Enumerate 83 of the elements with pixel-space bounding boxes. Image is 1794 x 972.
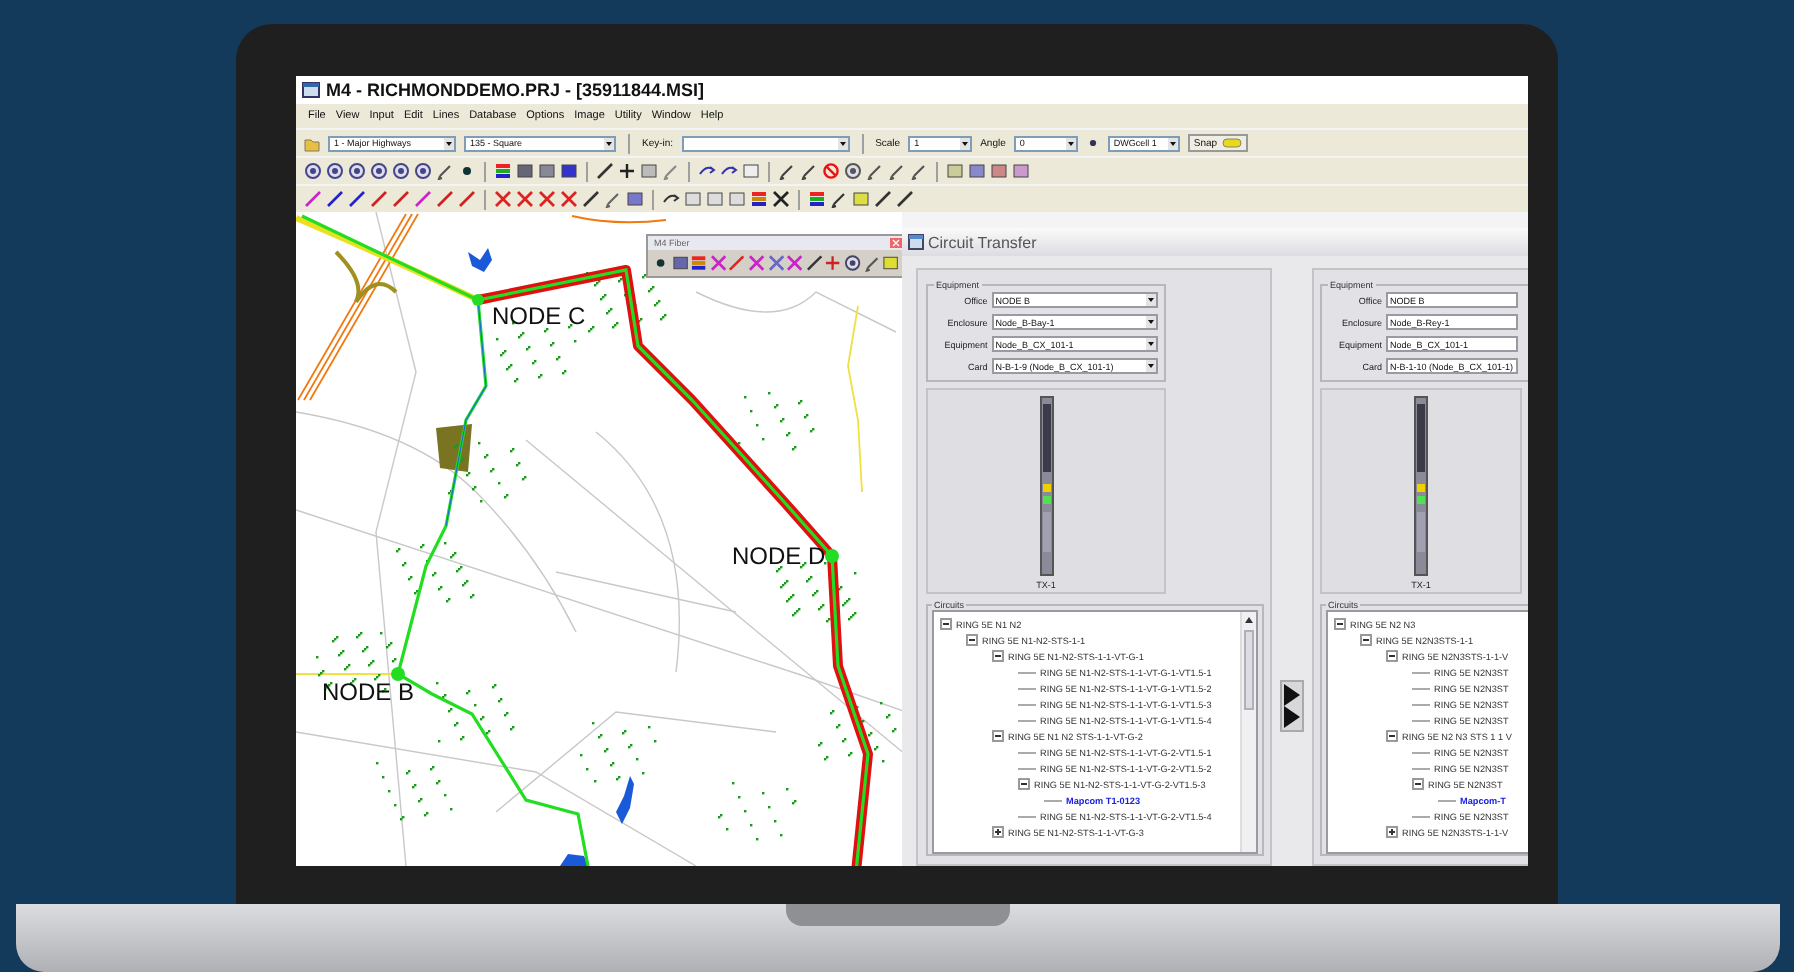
line-icon[interactable] [392, 190, 410, 208]
caret-icon [1167, 137, 1178, 149]
stripes-icon[interactable] [494, 162, 512, 180]
lake [616, 776, 634, 824]
caret-icon [604, 137, 614, 149]
square-icon[interactable] [1012, 162, 1030, 180]
collapse-icon[interactable] [992, 730, 1004, 742]
keyin-field[interactable] [681, 135, 850, 151]
caret-up-icon[interactable] [1244, 616, 1254, 624]
line-icon[interactable] [458, 190, 476, 208]
caret-icon [837, 137, 848, 149]
pen-icon[interactable] [866, 162, 884, 180]
pen-icon[interactable] [863, 254, 881, 272]
line-icon[interactable] [596, 162, 614, 180]
snap-icon [1221, 138, 1242, 148]
window-title: M4 - RICHMONDDEMO.PRJ - [35911844.MSI] [326, 80, 705, 100]
collapse-icon[interactable] [1386, 730, 1398, 742]
close-icon[interactable] [890, 238, 902, 248]
arrow-icon[interactable] [698, 162, 716, 180]
stripes-icon[interactable] [808, 190, 826, 208]
dot-icon[interactable] [652, 254, 670, 272]
collapse-icon[interactable] [992, 650, 1004, 662]
caret-icon [1146, 338, 1156, 350]
caret-icon [1065, 137, 1076, 149]
square-icon[interactable] [560, 162, 578, 180]
transfer-button[interactable] [1280, 680, 1304, 732]
pen-icon[interactable] [800, 162, 818, 180]
expand-icon[interactable] [992, 826, 1004, 838]
pen-icon[interactable] [910, 162, 928, 180]
collapse-icon[interactable] [966, 634, 978, 646]
pond [560, 854, 588, 866]
line-icon[interactable] [874, 190, 892, 208]
square-icon[interactable] [516, 162, 534, 180]
square-icon[interactable] [968, 162, 986, 180]
pen-icon[interactable] [888, 162, 906, 180]
node-label: NODE B [322, 678, 415, 706]
line-icon[interactable] [582, 190, 600, 208]
caret-icon [1146, 360, 1156, 372]
collapse-icon[interactable] [1018, 778, 1030, 790]
pen-icon[interactable] [830, 190, 848, 208]
pen-icon[interactable] [436, 162, 454, 180]
node-label: NODE C [492, 302, 586, 330]
line-icon[interactable] [348, 190, 366, 208]
plus-icon[interactable] [618, 162, 636, 180]
pen-icon[interactable] [604, 190, 622, 208]
caret-icon [960, 137, 971, 149]
collapse-icon[interactable] [1412, 778, 1424, 790]
prohibited-icon[interactable] [822, 162, 840, 180]
node-label: NODE D [732, 542, 826, 570]
line-icon[interactable] [326, 190, 344, 208]
arrow-icon[interactable] [720, 162, 738, 180]
app-icon [302, 82, 320, 98]
panel-title: Circuit Transfer [928, 233, 1037, 251]
collapse-icon[interactable] [1360, 634, 1372, 646]
line-icon[interactable] [370, 190, 388, 208]
pen-icon[interactable] [778, 162, 796, 180]
square-icon[interactable] [671, 254, 689, 272]
dot-icon[interactable] [458, 162, 476, 180]
square-icon[interactable] [538, 162, 556, 180]
caret-icon [444, 137, 454, 149]
line-icon[interactable] [805, 254, 823, 272]
line-icon[interactable] [436, 190, 454, 208]
stripes-icon[interactable] [750, 190, 768, 208]
caret-icon [1146, 316, 1156, 328]
dot-icon[interactable] [1085, 136, 1100, 150]
cross-icon[interactable] [772, 190, 790, 208]
expand-icon[interactable] [1386, 826, 1398, 838]
square-icon[interactable] [626, 190, 644, 208]
square-icon[interactable] [990, 162, 1008, 180]
scrollbar[interactable] [1240, 612, 1256, 852]
window-icon [908, 234, 924, 250]
folder-icon[interactable] [304, 135, 320, 151]
stripes-icon[interactable] [690, 254, 708, 272]
arrow-icon[interactable] [662, 190, 680, 208]
collapse-icon[interactable] [940, 618, 952, 630]
collapse-icon[interactable] [1334, 618, 1346, 630]
square-icon[interactable] [882, 254, 900, 272]
line-icon[interactable] [896, 190, 914, 208]
pond [468, 248, 492, 272]
play-icon [1284, 684, 1300, 728]
scroll-thumb[interactable] [1244, 630, 1254, 710]
collapse-icon[interactable] [1386, 650, 1398, 662]
caret-icon [1146, 294, 1156, 306]
